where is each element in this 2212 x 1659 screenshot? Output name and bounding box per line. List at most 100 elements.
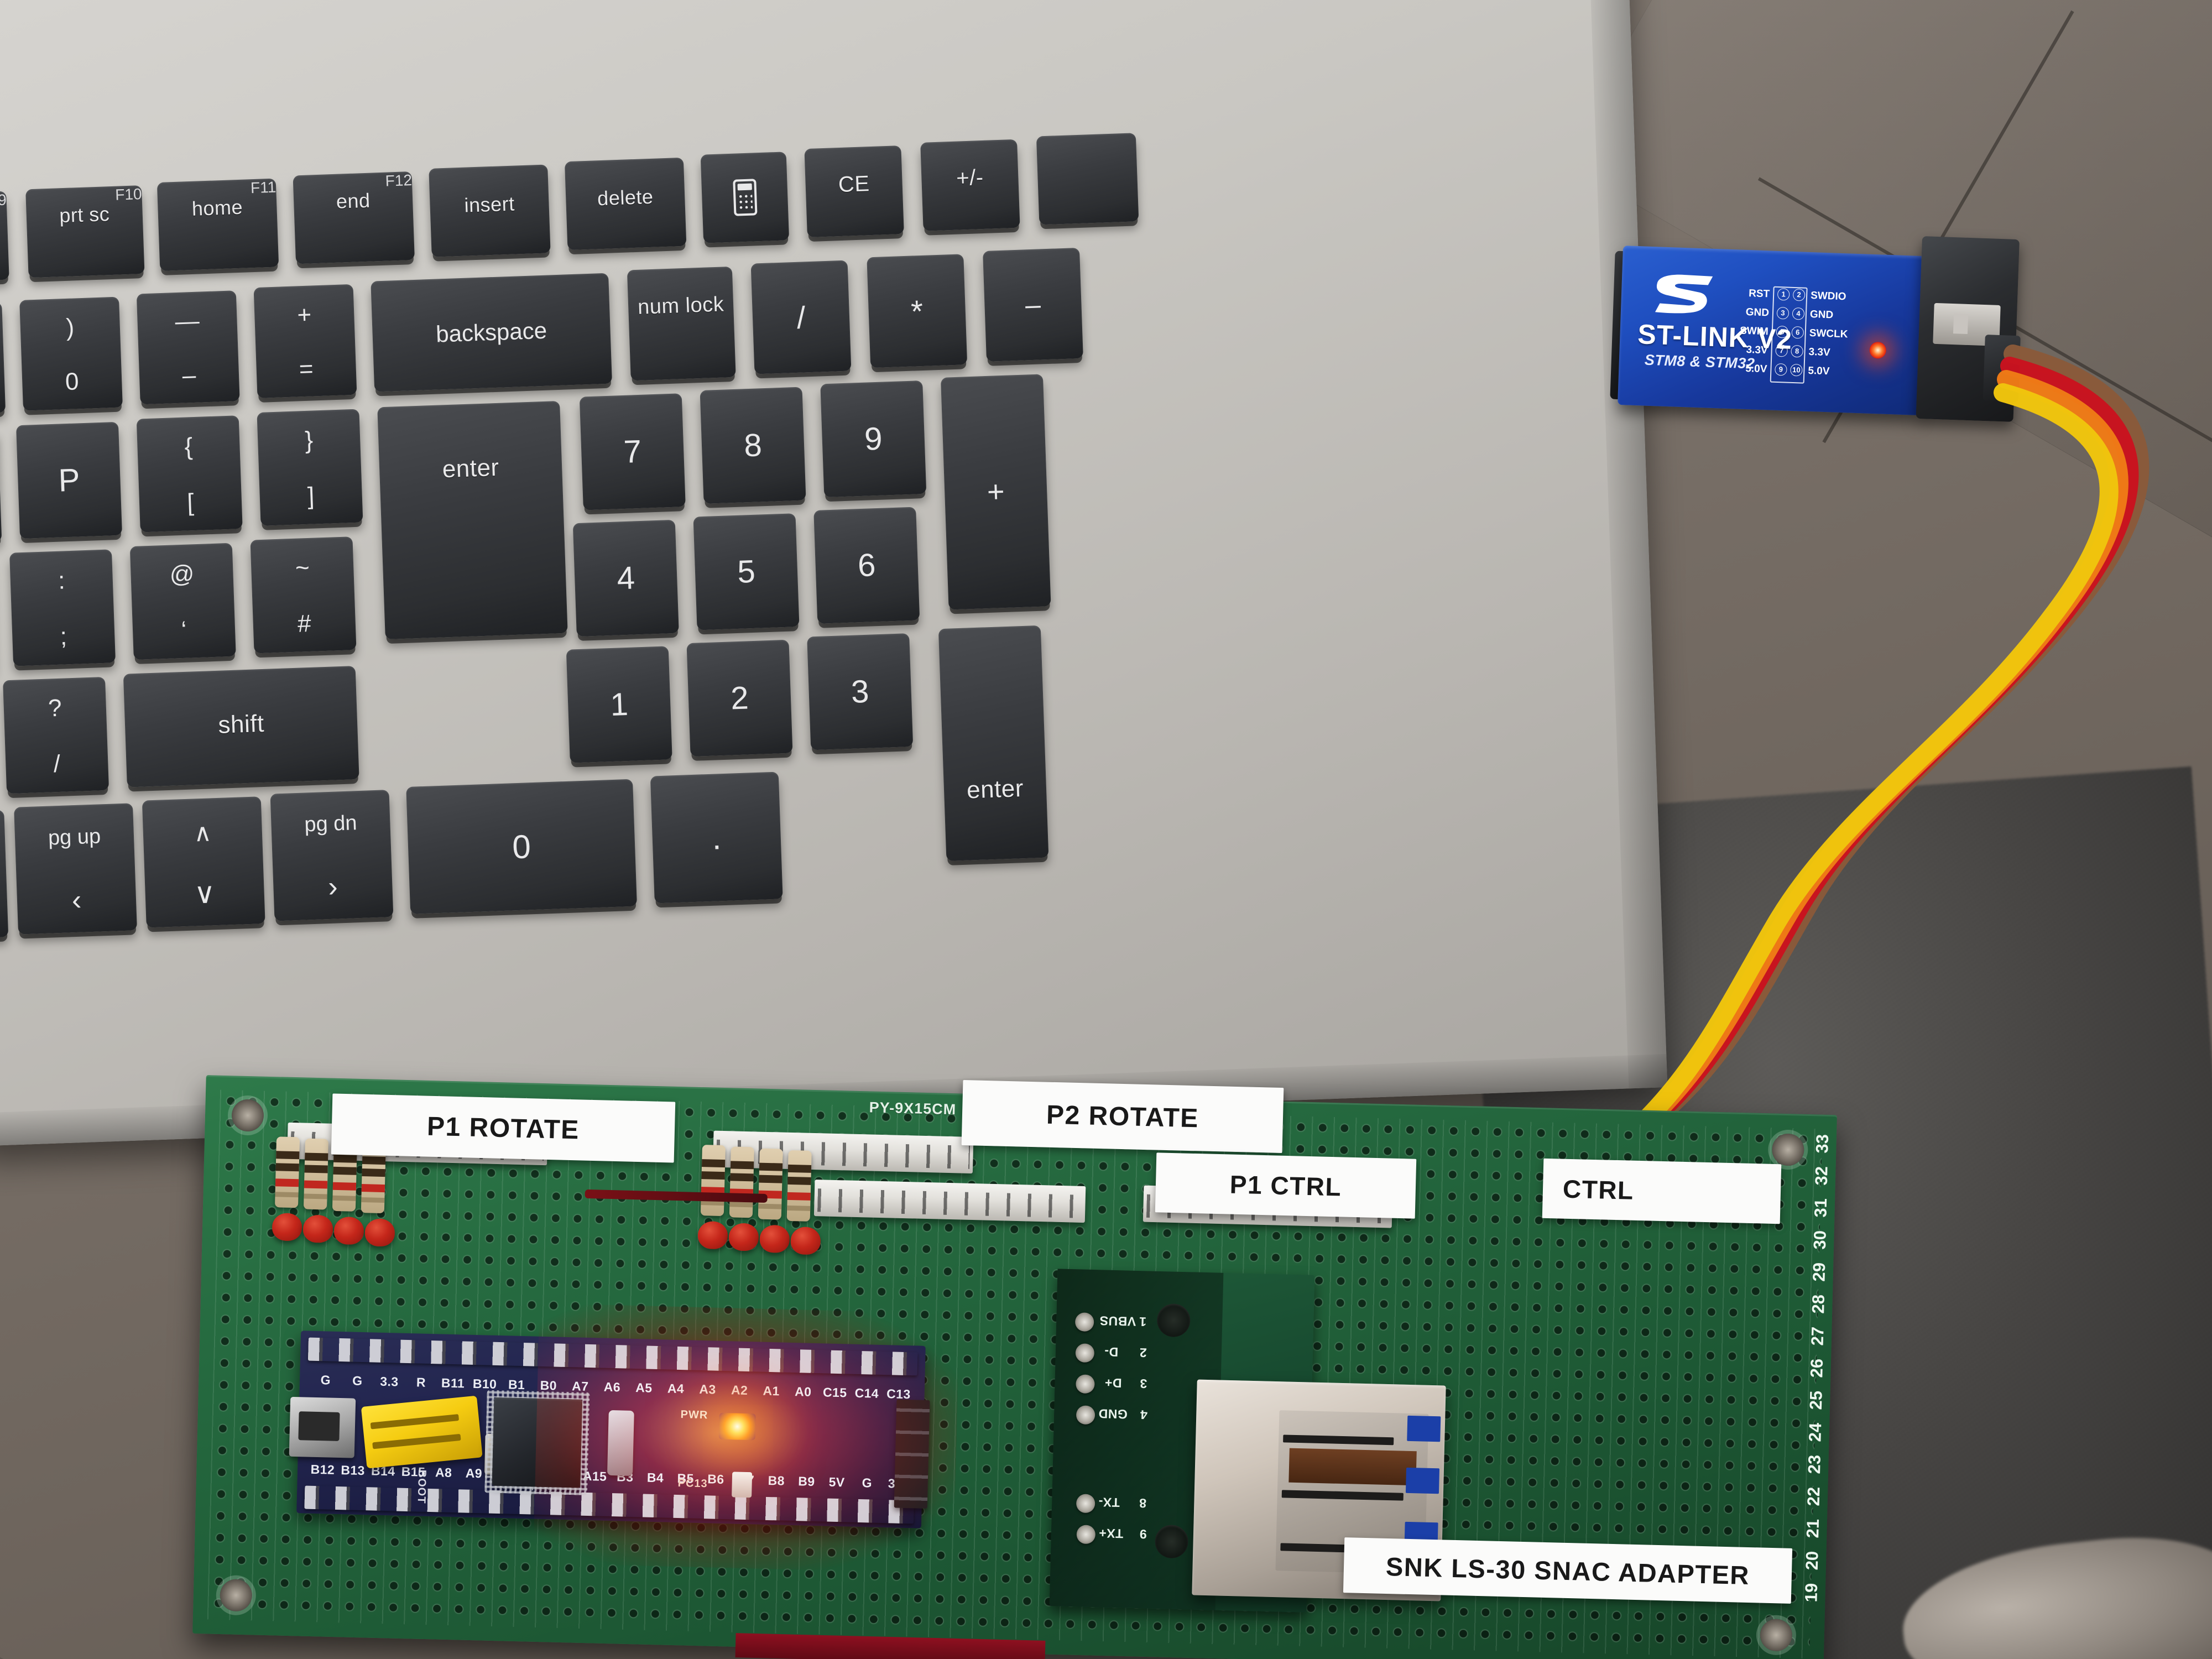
breakout-pin-txplus: TX+	[1098, 1526, 1124, 1541]
breakout-pin-number: 3	[1140, 1376, 1147, 1391]
key-numpad-enter[interactable]: enter	[938, 625, 1049, 862]
capacitor	[790, 1227, 821, 1255]
capacitor	[333, 1216, 364, 1245]
st-link-v2-programmer: ST-LINK V2 STM8 & STM32 RST GND SWIM 3.3…	[1610, 236, 2021, 422]
key-numpad-minus[interactable]: –	[983, 247, 1083, 362]
pin-label: 5V	[828, 1474, 845, 1489]
pin-label: B12	[310, 1462, 335, 1477]
key-blank-1[interactable]	[1036, 133, 1139, 225]
pin-label: A5	[635, 1380, 653, 1395]
key-numpad-multiply[interactable]: *	[867, 254, 968, 368]
pc13-led	[732, 1472, 753, 1498]
header-row-p1-ctrl[interactable]	[813, 1180, 1086, 1223]
key-slash[interactable]: ? /	[3, 676, 109, 794]
pin-label: B9	[798, 1473, 815, 1489]
silk-pc13-label: PC13	[677, 1477, 708, 1490]
key-numpad-1[interactable]: 1	[566, 646, 672, 763]
resistor	[786, 1150, 812, 1222]
pin-label: C14	[854, 1385, 879, 1401]
breakout-pin-txminus: TX-	[1098, 1495, 1120, 1510]
key-0[interactable]: ) 0	[19, 296, 123, 411]
column-number: 32	[1811, 1166, 1832, 1186]
key-numpad-0[interactable]: 0	[406, 779, 638, 914]
pin-label: B4	[646, 1470, 664, 1485]
key-quote[interactable]: @ ‘	[129, 542, 236, 660]
key-arrow-left[interactable]: pg up ‹	[14, 803, 137, 935]
pin-label: R	[416, 1374, 426, 1390]
breakout-pin-number: 2	[1139, 1345, 1147, 1360]
key-arrow-updown[interactable]: ∧ ∨	[142, 796, 265, 928]
breakout-pin-number: 9	[1139, 1527, 1147, 1542]
key-numpad-plus[interactable]: +	[940, 374, 1051, 610]
capacitor	[302, 1214, 333, 1243]
key-minus[interactable]: — –	[136, 290, 240, 405]
boot-jumpers[interactable]	[361, 1395, 483, 1469]
pin-label-swdio: SWDIO	[1810, 290, 1846, 303]
key-calculator[interactable]	[700, 152, 790, 243]
pin-label-swim: SWIM	[1739, 325, 1769, 338]
key-ce[interactable]: CE	[804, 145, 904, 238]
key-arrow-right[interactable]: pg dn ›	[270, 790, 394, 921]
pin-label-gnd-r: GND	[1809, 309, 1834, 321]
st-link-status-led	[1869, 341, 1887, 359]
column-number: 26	[1806, 1358, 1827, 1378]
column-number: 28	[1808, 1294, 1828, 1314]
laptop-keyboard: F9 prt sc F10 home F11 end F12 insert de…	[0, 1, 1522, 1110]
key-plusminus[interactable]: +/-	[920, 139, 1020, 231]
pin-label: A2	[731, 1382, 748, 1397]
breakout-pin-number: 1	[1139, 1314, 1147, 1329]
breakout-pin-dplus: D+	[1104, 1375, 1122, 1391]
key-semicolon[interactable]: : ;	[9, 549, 116, 666]
key-equals[interactable]: + =	[253, 284, 357, 398]
st-link-housing: ST-LINK V2 STM8 & STM32 RST GND SWIM 3.3…	[1618, 246, 1924, 415]
key-delete[interactable]: delete	[564, 157, 687, 251]
st-link-pinout: RST GND SWIM 3.3V 5.0V SWDIO GND SWCLK 3…	[1724, 286, 1854, 385]
key-p[interactable]: P	[15, 421, 123, 539]
key-backspace[interactable]: backspace	[371, 273, 612, 392]
resistor	[729, 1146, 754, 1218]
swd-header[interactable]	[894, 1399, 930, 1509]
key-numpad-8[interactable]: 8	[700, 387, 806, 504]
column-number: 33	[1812, 1134, 1832, 1154]
pin-label: C15	[822, 1384, 847, 1400]
key-prtsc[interactable]: prt sc F10	[25, 185, 145, 278]
pin-label: A6	[603, 1379, 621, 1394]
column-number: 20	[1802, 1551, 1822, 1571]
resistor	[303, 1138, 329, 1210]
key-numlock[interactable]: num lock	[627, 266, 736, 381]
key-numpad-7[interactable]: 7	[579, 393, 686, 510]
key-bracket-right[interactable]: } ]	[257, 409, 363, 526]
key-numpad-5[interactable]: 5	[693, 513, 800, 630]
key-o[interactable]: O	[0, 428, 2, 545]
key-numpad-2[interactable]: 2	[686, 639, 793, 757]
key-numpad-6[interactable]: 6	[813, 507, 920, 624]
key-f9[interactable]: F9	[0, 191, 9, 283]
micro-usb-connector[interactable]	[289, 1396, 356, 1458]
column-number: 19	[1801, 1583, 1821, 1603]
column-number: 24	[1804, 1422, 1825, 1442]
key-insert[interactable]: insert	[429, 164, 551, 257]
key-ctrl-right[interactable]: ctrl	[0, 810, 9, 942]
key-numpad-period[interactable]: .	[650, 771, 783, 904]
key-shift-right[interactable]: shift	[123, 666, 359, 787]
key-9[interactable]: ( 9	[0, 302, 6, 416]
key-numpad-9[interactable]: 9	[820, 380, 927, 498]
pin-label: B8	[768, 1473, 785, 1488]
column-number: 23	[1804, 1454, 1824, 1474]
pin-label: A1	[763, 1383, 780, 1398]
key-numpad-4[interactable]: 4	[572, 519, 679, 637]
resistor	[700, 1145, 726, 1217]
key-numpad-3[interactable]: 3	[807, 633, 914, 750]
st-link-connector-shroud	[1916, 236, 2021, 422]
pin-label-rst: RST	[1748, 288, 1770, 300]
perfboard-part-number: PY-9X15CM	[869, 1099, 957, 1118]
label-board-title: SNK LS-30 SNAC ADAPTER	[1343, 1537, 1793, 1604]
key-enter[interactable]: enter	[377, 400, 568, 640]
key-hash[interactable]: ~ #	[250, 536, 357, 654]
key-numpad-divide[interactable]: /	[750, 260, 852, 374]
key-end[interactable]: end F12	[293, 171, 415, 264]
st-logo-icon	[1652, 271, 1718, 316]
key-bracket-left[interactable]: { [	[136, 415, 243, 533]
key-home[interactable]: home F11	[156, 178, 279, 272]
column-number: 21	[1802, 1519, 1823, 1538]
